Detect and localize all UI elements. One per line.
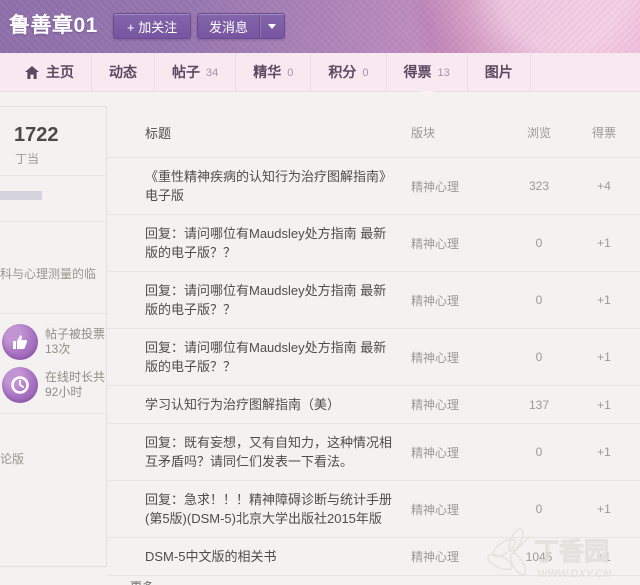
- votes-count: +1: [597, 293, 611, 307]
- sidebar-clipped-text: 论版: [0, 452, 25, 466]
- home-icon: [25, 65, 39, 79]
- column-votes: 得票: [591, 126, 616, 140]
- votes-count: +1: [597, 236, 611, 250]
- divider: [0, 313, 106, 314]
- stat-line2: 92小时: [45, 385, 83, 399]
- table-row: 学习认知行为治疗图解指南（美） 精神心理 137 +1: [107, 385, 640, 423]
- post-title-link[interactable]: 回复：既有妄想，又有自知力，这种情况相互矛盾吗？请同仁们发表一下看法。: [107, 433, 411, 471]
- chevron-down-icon: [268, 23, 277, 29]
- board-link[interactable]: 精神心理: [411, 292, 499, 309]
- tab-images[interactable]: 图片: [468, 53, 531, 91]
- message-button-label[interactable]: 发消息: [198, 17, 259, 36]
- profile-page: 鲁善章01 + 加关注 发消息 主页 动态 帖子 34 精华 0 积分 0 得票…: [0, 0, 640, 585]
- board-link[interactable]: 精神心理: [411, 548, 499, 565]
- tab-label: 积分: [328, 64, 357, 80]
- table-row: 回复：请问哪位有Maudsley处方指南 最新版的电子版？？ 精神心理 0 +1: [107, 271, 640, 328]
- views-count: 1045: [525, 549, 553, 564]
- views-count: 0: [535, 236, 543, 250]
- divider: [0, 175, 106, 176]
- board-link[interactable]: 精神心理: [411, 178, 499, 195]
- table-row: 回复：请问哪位有Maudsley处方指南 最新版的电子版？？ 精神心理 0 +1: [107, 214, 640, 271]
- tab-digest[interactable]: 精华 0: [236, 53, 312, 91]
- board-link[interactable]: 精神心理: [411, 444, 499, 461]
- message-dropdown-toggle[interactable]: [259, 14, 284, 38]
- tab-label: 主页: [46, 64, 74, 80]
- views-count: 0: [535, 293, 543, 307]
- table-row: 回复：请问哪位有Maudsley处方指南 最新版的电子版？？ 精神心理 0 +1: [107, 328, 640, 385]
- tab-activity[interactable]: 动态: [92, 53, 155, 91]
- stat-line2: 13次: [45, 342, 71, 356]
- votes-count: +1: [597, 502, 611, 516]
- profile-sidebar: 1722 丁当 科与心理测量的临 帖子被投票 13次 在线时长共 92小时 论版: [0, 106, 107, 567]
- stat-text: 帖子被投票 13次: [45, 324, 105, 360]
- tab-label: 图片: [484, 64, 513, 80]
- board-link[interactable]: 精神心理: [411, 396, 499, 413]
- board-link[interactable]: 精神心理: [411, 349, 499, 366]
- stat-online-hours: 在线时长共 92小时: [2, 367, 105, 403]
- tab-label: 动态: [109, 64, 137, 80]
- table-header: 标题 版块 浏览 得票: [107, 106, 640, 157]
- tab-count: 0: [287, 67, 294, 79]
- column-title: 标题: [145, 126, 172, 141]
- tab-count: 34: [206, 67, 219, 79]
- clock-icon: [2, 367, 38, 403]
- table-bottom-border: [107, 575, 640, 576]
- views-count: 137: [528, 397, 550, 412]
- stat-line1: 帖子被投票: [45, 327, 106, 341]
- tab-home[interactable]: 主页: [8, 53, 92, 91]
- profile-tabbar: 主页 动态 帖子 34 精华 0 积分 0 得票 13 图片: [0, 53, 640, 98]
- sidebar-clipped-text: 科与心理测量的临: [0, 267, 97, 281]
- column-views: 浏览: [526, 126, 551, 140]
- tab-label: 帖子: [172, 64, 200, 80]
- divider: [0, 413, 106, 414]
- board-link[interactable]: 精神心理: [411, 235, 499, 252]
- dingdang-score-label: 丁当: [15, 152, 40, 166]
- stat-text: 在线时长共 92小时: [45, 367, 105, 403]
- views-count: 323: [528, 179, 550, 193]
- table-row: DSM-5中文版的相关书 精神心理 1045 +1: [107, 537, 640, 575]
- tab-votes-active[interactable]: 得票 13: [387, 53, 468, 98]
- dingdang-score-value: 1722: [14, 124, 59, 146]
- votes-count: +1: [597, 445, 611, 459]
- board-link[interactable]: 精神心理: [411, 501, 499, 518]
- post-title-link[interactable]: 回复：请问哪位有Maudsley处方指南 最新版的电子版？？: [107, 281, 411, 319]
- post-title-link[interactable]: 回复：急求！！！精神障碍诊断与统计手册(第5版)(DSM-5)北京大学出版社20…: [107, 490, 411, 528]
- post-title-link[interactable]: 回复：请问哪位有Maudsley处方指南 最新版的电子版？？: [107, 338, 411, 376]
- more-link[interactable]: 更多: [130, 578, 154, 585]
- votes-count: +1: [597, 350, 611, 364]
- post-title-link[interactable]: 学习认知行为治疗图解指南（美）: [107, 395, 411, 414]
- views-count: 0: [535, 502, 543, 516]
- column-board: 版块: [411, 126, 436, 140]
- stat-votes-received: 帖子被投票 13次: [2, 324, 105, 360]
- post-title-link[interactable]: 《重性精神疾病的认知行为治疗图解指南》电子版: [107, 167, 411, 205]
- table-row: 《重性精神疾病的认知行为治疗图解指南》电子版 精神心理 323 +4: [107, 157, 640, 214]
- votes-table: 标题 版块 浏览 得票 《重性精神疾病的认知行为治疗图解指南》电子版 精神心理 …: [107, 106, 640, 585]
- tab-label: 精华: [253, 64, 282, 80]
- tab-count: 0: [362, 67, 369, 79]
- tab-count: 13: [437, 67, 450, 79]
- profile-cover-header: 鲁善章01 + 加关注 发消息: [0, 0, 640, 53]
- post-title-link[interactable]: DSM-5中文版的相关书: [107, 547, 411, 566]
- follow-button[interactable]: + 加关注: [113, 13, 192, 39]
- stat-line1: 在线时长共: [45, 370, 106, 384]
- votes-count: +1: [597, 397, 611, 412]
- votes-count: +1: [597, 549, 611, 564]
- votes-count: +4: [597, 179, 611, 193]
- table-row: 回复：既有妄想，又有自知力，这种情况相互矛盾吗？请同仁们发表一下看法。 精神心理…: [107, 423, 640, 480]
- message-button[interactable]: 发消息: [197, 13, 286, 39]
- tab-points[interactable]: 积分 0: [311, 53, 387, 91]
- table-row: 回复：急求！！！精神障碍诊断与统计手册(第5版)(DSM-5)北京大学出版社20…: [107, 480, 640, 537]
- thumbs-up-icon: [2, 324, 38, 360]
- views-count: 0: [535, 445, 543, 459]
- tab-posts[interactable]: 帖子 34: [155, 53, 237, 91]
- tab-label: 得票: [403, 64, 432, 80]
- divider: [0, 221, 106, 222]
- views-count: 0: [535, 350, 543, 364]
- post-title-link[interactable]: 回复：请问哪位有Maudsley处方指南 最新版的电子版？？: [107, 224, 411, 262]
- profile-username: 鲁善章01: [9, 14, 98, 37]
- level-progress-bar: [0, 191, 42, 200]
